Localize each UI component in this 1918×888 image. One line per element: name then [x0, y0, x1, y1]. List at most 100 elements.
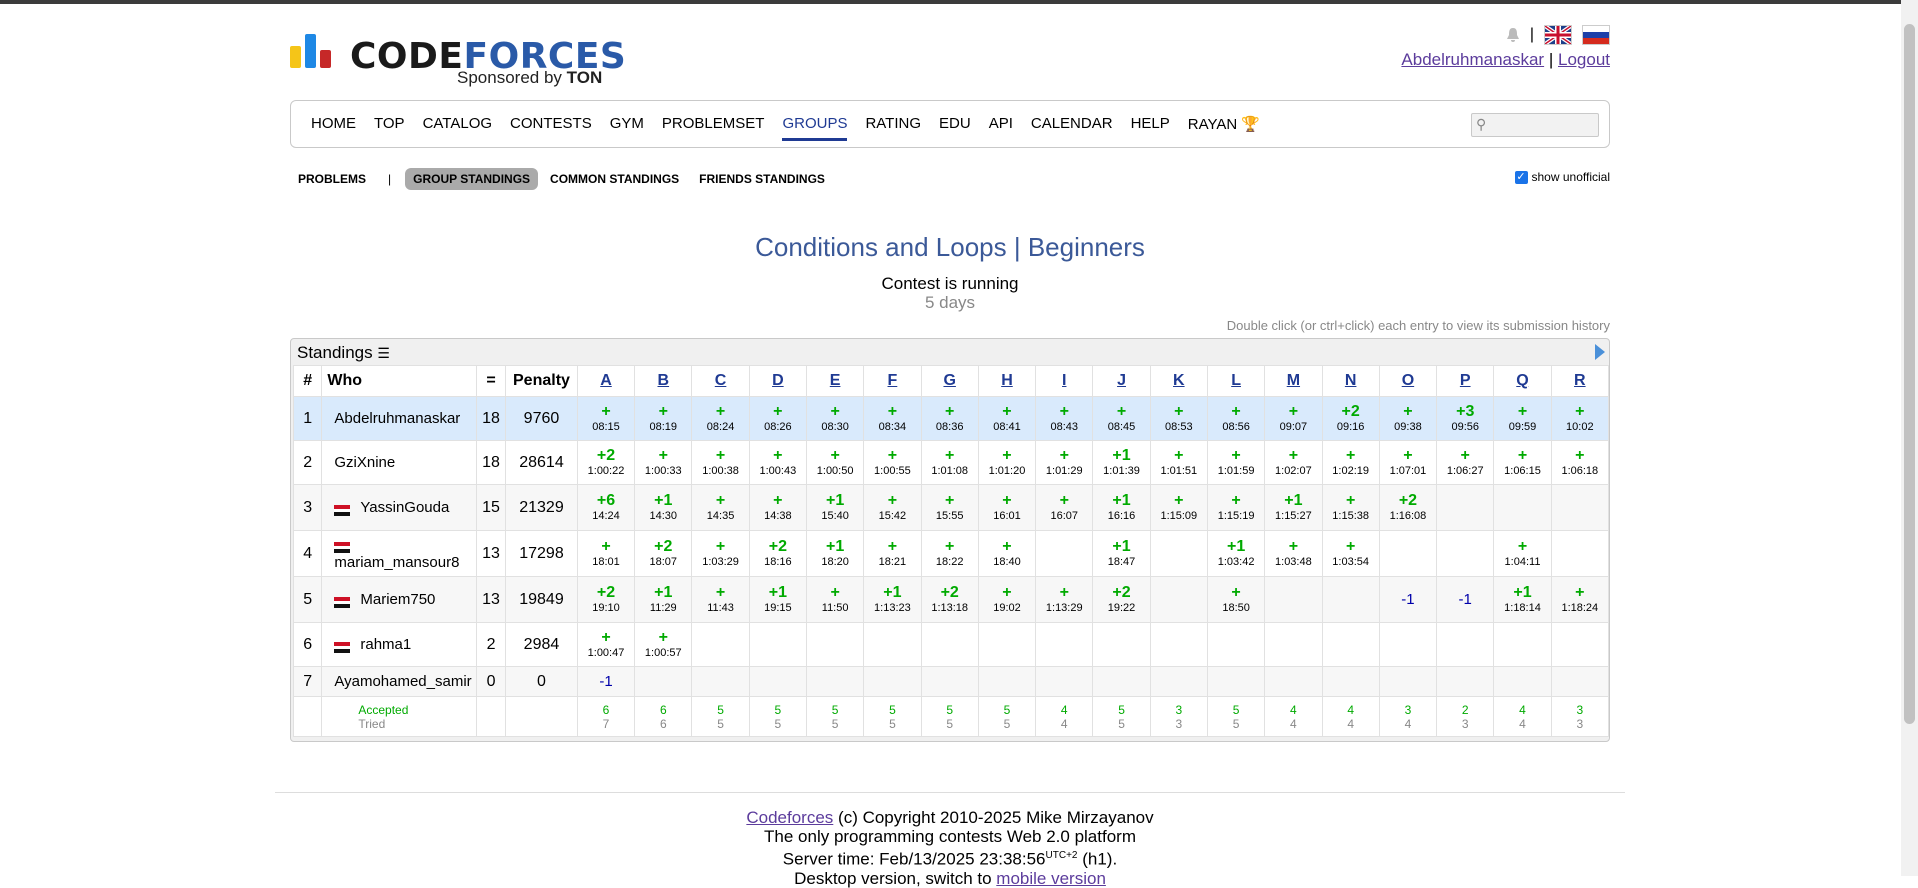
problem-result-cell[interactable]: +1 1:18:14 [1493, 576, 1552, 623]
problem-result-cell[interactable]: +09:59 [1493, 396, 1552, 441]
problem-result-cell[interactable]: +14:38 [748, 484, 807, 531]
nav-item-edu[interactable]: EDU [939, 115, 971, 133]
problem-result-cell[interactable]: +1:02:19 [1321, 440, 1380, 485]
problem-result-cell[interactable]: +2 18:07 [634, 530, 693, 577]
scrollbar[interactable] [1901, 0, 1918, 876]
problem-result-cell[interactable]: +1:06:15 [1493, 440, 1552, 485]
problem-result-cell[interactable]: +1:00:38 [691, 440, 750, 485]
problem-link-j[interactable]: J [1117, 372, 1126, 389]
problem-result-cell[interactable]: +1:04:11 [1493, 530, 1552, 577]
scroll-right-icon[interactable] [1595, 344, 1605, 360]
problem-result-cell[interactable]: +08:30 [805, 396, 865, 441]
problem-result-cell[interactable]: +1:06:18 [1550, 440, 1609, 485]
problem-result-cell[interactable]: +1 11:29 [634, 576, 693, 623]
problem-result-cell[interactable]: +08:15 [576, 396, 636, 441]
problem-link-o[interactable]: O [1402, 372, 1414, 389]
uk-flag-icon[interactable] [1544, 25, 1572, 45]
problem-result-cell[interactable]: +08:19 [634, 396, 693, 441]
problem-result-cell[interactable]: +1 1:15:27 [1264, 484, 1323, 531]
bell-icon[interactable] [1506, 27, 1520, 43]
problem-result-cell[interactable]: +1:00:50 [805, 440, 865, 485]
tab-friends-standings[interactable]: FRIENDS STANDINGS [691, 168, 833, 190]
nav-item-gym[interactable]: GYM [610, 115, 644, 133]
problem-result-cell[interactable]: +1 18:20 [805, 530, 865, 577]
problem-result-cell[interactable]: +1:01:08 [920, 440, 979, 485]
search-input[interactable]: ⚲ [1471, 113, 1599, 137]
problem-result-cell[interactable]: +10:02 [1550, 396, 1609, 441]
problem-result-cell[interactable]: +1:03:48 [1264, 530, 1323, 577]
problem-result-cell[interactable]: +18:01 [576, 530, 636, 577]
problem-link-r[interactable]: R [1574, 372, 1586, 389]
problem-link-p[interactable]: P [1460, 372, 1471, 389]
problem-link-h[interactable]: H [1001, 372, 1013, 389]
participant-link[interactable]: Mariem750 [360, 591, 435, 608]
problem-result-cell[interactable]: +1:00:57 [634, 622, 693, 667]
nav-item-contests[interactable]: CONTESTS [510, 115, 592, 133]
tab-group-standings[interactable]: GROUP STANDINGS [405, 168, 539, 190]
problem-result-cell[interactable]: +08:53 [1149, 396, 1208, 441]
problem-result-cell[interactable]: +16:01 [977, 484, 1037, 531]
problem-result-cell[interactable]: +1:18:24 [1550, 576, 1609, 623]
problem-result-cell[interactable]: +2 1:00:22 [576, 440, 636, 485]
problem-result-cell[interactable]: +1:06:27 [1436, 440, 1495, 485]
codeforces-logo[interactable]: CODEFORCES Sponsored by TON [290, 30, 630, 90]
problem-result-cell[interactable]: +19:02 [977, 576, 1037, 623]
participant-link[interactable]: GziXnine [334, 454, 395, 471]
problem-result-cell[interactable]: +1:00:47 [576, 622, 636, 667]
problem-result-cell[interactable]: +1:15:09 [1149, 484, 1208, 531]
problem-link-m[interactable]: M [1287, 372, 1300, 389]
logout-link[interactable]: Logout [1558, 50, 1610, 69]
problem-result-cell[interactable]: +2 09:16 [1321, 396, 1380, 441]
problem-link-g[interactable]: G [943, 372, 955, 389]
checkbox-checked-icon[interactable]: ✓ [1514, 170, 1528, 184]
problem-result-cell[interactable]: +1:15:19 [1206, 484, 1266, 531]
problem-result-cell[interactable]: +1 1:01:39 [1092, 440, 1151, 485]
problem-result-cell[interactable]: +1:13:29 [1035, 576, 1094, 623]
nav-item-calendar[interactable]: CALENDAR [1031, 115, 1113, 133]
participant-link[interactable]: Abdelruhmanaskar [334, 410, 460, 427]
problem-result-cell[interactable]: +18:22 [920, 530, 979, 577]
problem-link-e[interactable]: E [830, 372, 841, 389]
problem-result-cell[interactable]: -1 [576, 666, 636, 697]
nav-item-groups[interactable]: GROUPS [782, 115, 848, 141]
problem-result-cell[interactable]: +16:07 [1035, 484, 1094, 531]
problem-result-cell[interactable]: +15:55 [920, 484, 979, 531]
problem-result-cell[interactable]: +08:34 [863, 396, 922, 441]
nav-item-home[interactable]: HOME [311, 115, 356, 133]
tab-common-standings[interactable]: COMMON STANDINGS [542, 168, 687, 190]
participant-link[interactable]: YassinGouda [360, 499, 449, 516]
nav-item-api[interactable]: API [989, 115, 1013, 133]
contest-title[interactable]: Conditions and Loops | Beginners [290, 232, 1610, 263]
problem-result-cell[interactable]: +1 19:15 [748, 576, 807, 623]
problem-link-d[interactable]: D [772, 372, 784, 389]
problem-result-cell[interactable]: +08:24 [691, 396, 750, 441]
problem-result-cell[interactable]: +1 1:03:42 [1206, 530, 1266, 577]
problem-link-f[interactable]: F [888, 372, 898, 389]
problem-link-k[interactable]: K [1173, 372, 1185, 389]
problem-result-cell[interactable]: +1:00:55 [863, 440, 922, 485]
nav-item-rayan[interactable]: RAYAN 🏆 [1188, 115, 1260, 133]
problem-result-cell[interactable]: +11:43 [691, 576, 750, 623]
problem-result-cell[interactable]: +6 14:24 [576, 484, 636, 531]
problem-result-cell[interactable]: +1:00:43 [748, 440, 807, 485]
problem-result-cell[interactable]: +1 15:40 [805, 484, 865, 531]
problem-result-cell[interactable]: +09:38 [1378, 396, 1438, 441]
problem-result-cell[interactable]: +18:40 [977, 530, 1037, 577]
problem-result-cell[interactable]: +08:45 [1092, 396, 1151, 441]
problem-result-cell[interactable]: +14:35 [691, 484, 750, 531]
problem-result-cell[interactable]: +18:50 [1206, 576, 1266, 623]
problem-result-cell[interactable]: +08:43 [1035, 396, 1094, 441]
problem-result-cell[interactable]: +1:01:29 [1035, 440, 1094, 485]
problem-result-cell[interactable]: +1:03:29 [691, 530, 750, 577]
problem-result-cell[interactable]: +08:26 [748, 396, 807, 441]
problem-link-c[interactable]: C [715, 372, 727, 389]
problem-result-cell[interactable]: +1 16:16 [1092, 484, 1151, 531]
problem-result-cell[interactable]: +2 1:13:18 [920, 576, 979, 623]
problem-result-cell[interactable]: +1:01:20 [977, 440, 1037, 485]
problem-result-cell[interactable]: +1 1:13:23 [863, 576, 922, 623]
problem-result-cell[interactable]: +08:56 [1206, 396, 1266, 441]
problem-result-cell[interactable]: +1 14:30 [634, 484, 693, 531]
problem-link-q[interactable]: Q [1516, 372, 1528, 389]
nav-item-help[interactable]: HELP [1131, 115, 1170, 133]
scrollbar-thumb[interactable] [1904, 24, 1915, 724]
